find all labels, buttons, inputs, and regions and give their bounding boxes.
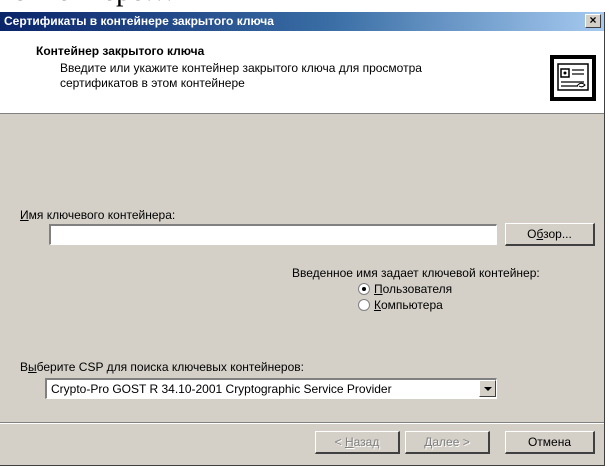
background-document-text: контейнере…»	[0, 0, 609, 8]
container-name-label: Имя ключевого контейнера:	[20, 208, 175, 222]
browse-button-text-pre: О	[527, 227, 537, 241]
radio-computer-indicator[interactable]	[358, 299, 370, 311]
footer-divider	[0, 422, 604, 424]
csp-label-pre: В	[20, 360, 29, 374]
next-button-label: алее >	[432, 435, 470, 449]
radio-user-accelerator: П	[374, 282, 383, 296]
csp-select[interactable]: Crypto-Pro GOST R 34.10-2001 Cryptograph…	[45, 378, 497, 399]
container-name-field[interactable]	[49, 224, 497, 245]
header-description: Введите или укажите контейнер закрытого …	[60, 61, 422, 90]
csp-selected-value: Crypto-Pro GOST R 34.10-2001 Cryptograph…	[51, 382, 392, 396]
certificates-dialog: Сертификаты в контейнере закрытого ключа…	[0, 12, 605, 466]
key-container-hint: Введенное имя задает ключевой контейнер:	[292, 266, 540, 280]
radio-computer[interactable]: Компьютера	[358, 298, 443, 312]
back-button[interactable]: < Назад	[315, 431, 400, 454]
back-button-accelerator: Н	[344, 435, 354, 449]
window-title: Сертификаты в контейнере закрытого ключа	[4, 14, 274, 28]
csp-label-accelerator: ы	[28, 360, 37, 374]
wizard-header: Контейнер закрытого ключа Введите или ук…	[0, 31, 604, 114]
title-bar[interactable]: Сертификаты в контейнере закрытого ключа…	[0, 12, 604, 31]
csp-label: Выберите CSP для поиска ключевых контейн…	[20, 360, 304, 374]
radio-user-label: ользователя	[382, 282, 453, 296]
browse-button-text-post: зор...	[543, 227, 572, 241]
csp-label-text: берите CSP для поиска ключевых контейнер…	[36, 360, 304, 374]
label-accelerator: И	[20, 208, 29, 222]
radio-computer-label: омпьютера	[381, 298, 443, 312]
chevron-down-icon[interactable]	[479, 380, 496, 397]
back-button-label: азад	[353, 435, 380, 449]
radio-user[interactable]: Пользователя	[358, 282, 452, 296]
certificate-icon	[550, 55, 596, 101]
cancel-button[interactable]: Отмена	[505, 431, 595, 454]
next-button[interactable]: Далее >	[405, 431, 490, 454]
label-text: мя ключевого контейнера:	[28, 208, 176, 222]
radio-user-indicator[interactable]	[358, 283, 370, 295]
back-button-pre: <	[334, 435, 345, 449]
header-title: Контейнер закрытого ключа	[36, 44, 205, 58]
radio-computer-accelerator: К	[374, 298, 381, 312]
close-icon[interactable]: ×	[585, 14, 601, 28]
browse-button[interactable]: Обзор...	[505, 223, 595, 246]
